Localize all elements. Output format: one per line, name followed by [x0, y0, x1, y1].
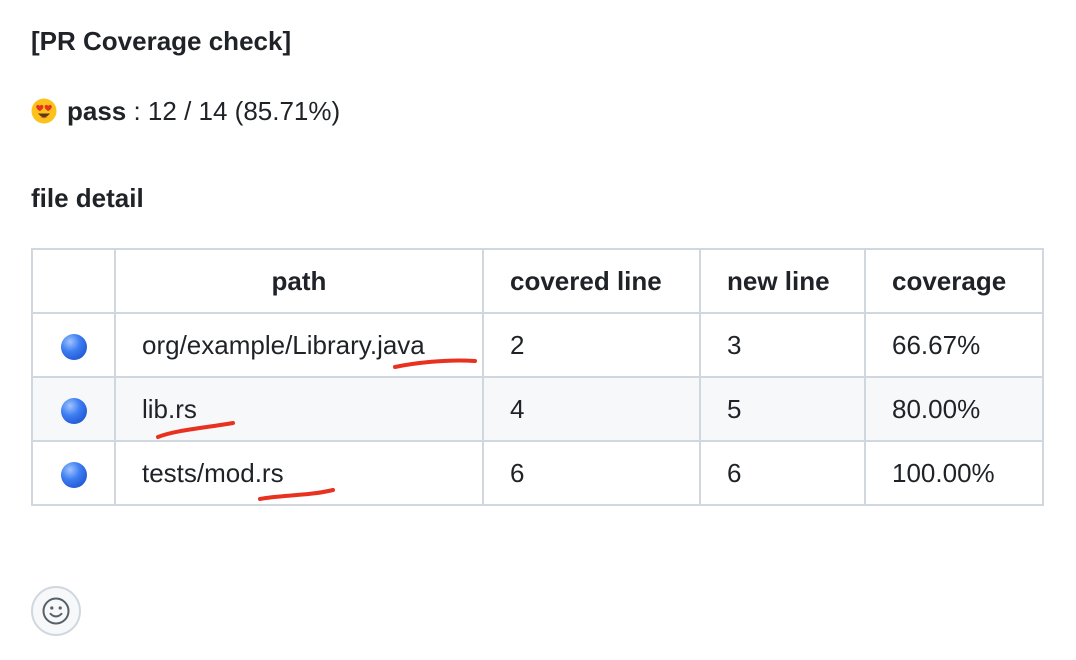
- header-new-line: new line: [699, 248, 866, 314]
- coverage-cell: 80.00%: [864, 376, 1044, 442]
- new-line-cell: 5: [699, 376, 866, 442]
- comment-title: [PR Coverage check]: [31, 26, 292, 56]
- blue-circle-icon: [60, 397, 87, 424]
- file-detail-table: path covered line new line coverage org/…: [31, 248, 1044, 506]
- smiley-icon: [42, 597, 70, 625]
- new-line-cell: 3: [699, 312, 866, 378]
- header-covered-line: covered line: [482, 248, 701, 314]
- header-icon: [31, 248, 116, 314]
- blue-circle-icon: [60, 461, 87, 488]
- path-cell: org/example/Library.java: [114, 312, 484, 378]
- row-icon-cell: [31, 440, 116, 506]
- red-underline-annotation: [258, 488, 335, 501]
- path-cell: lib.rs: [114, 376, 484, 442]
- file-path: org/example/Library.java: [142, 329, 425, 360]
- coverage-cell: 100.00%: [864, 440, 1044, 506]
- add-reaction-button[interactable]: [31, 586, 81, 636]
- status-label: pass: [67, 96, 127, 126]
- status-summary: : 12 / 14 (85.71%): [126, 96, 341, 126]
- new-line-cell: 6: [699, 440, 866, 506]
- row-icon-cell: [31, 312, 116, 378]
- covered-line-cell: 6: [482, 440, 701, 506]
- header-coverage: coverage: [864, 248, 1044, 314]
- coverage-status: pass : 12 / 14 (85.71%): [31, 94, 340, 128]
- header-path: path: [114, 248, 484, 314]
- table-header-row: path covered line new line coverage: [31, 248, 1044, 314]
- heart-eyes-emoji-icon: [31, 98, 57, 124]
- table-row: org/example/Library.java 2 3 66.67%: [31, 312, 1044, 378]
- coverage-cell: 66.67%: [864, 312, 1044, 378]
- row-icon-cell: [31, 376, 116, 442]
- file-path: tests/mod.rs: [142, 457, 284, 488]
- blue-circle-icon: [60, 333, 87, 360]
- covered-line-cell: 4: [482, 376, 701, 442]
- path-cell: tests/mod.rs: [114, 440, 484, 506]
- file-path: lib.rs: [142, 393, 197, 424]
- file-detail-heading: file detail: [31, 183, 144, 213]
- covered-line-cell: 2: [482, 312, 701, 378]
- table-row: tests/mod.rs 6 6 100.00%: [31, 440, 1044, 506]
- table-row: lib.rs 4 5 80.00%: [31, 376, 1044, 442]
